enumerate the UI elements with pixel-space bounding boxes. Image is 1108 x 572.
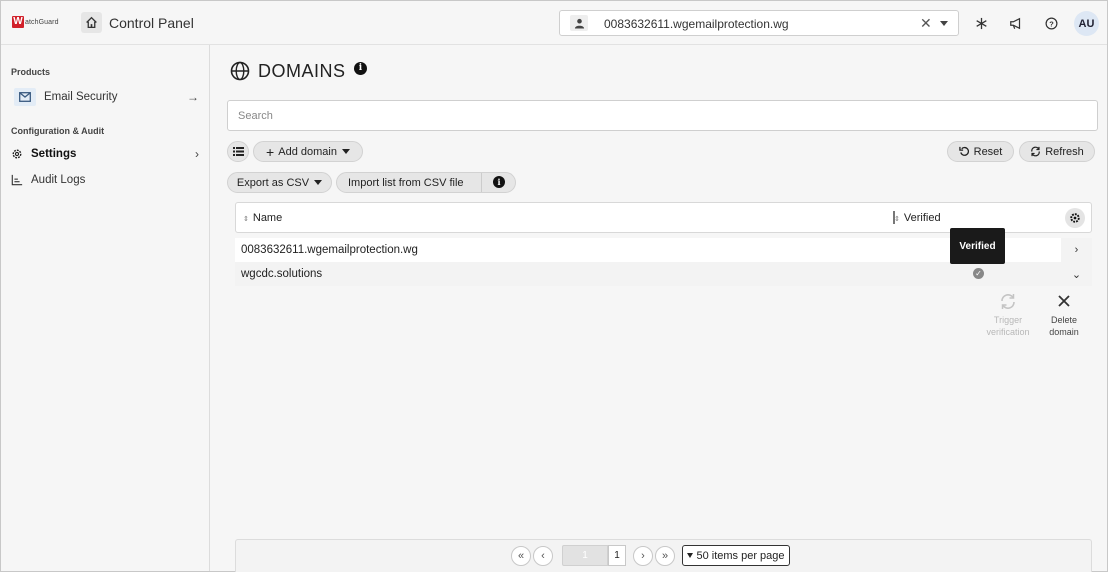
watchguard-logo[interactable]: W atchGuard [12, 15, 59, 29]
page-number-input[interactable]: 1 [562, 545, 608, 566]
chevron-down-icon[interactable]: ⌄ [1061, 262, 1092, 286]
add-domain-label: Add domain [278, 145, 337, 158]
mail-icon [14, 88, 36, 106]
sidebar-item-label: Settings [31, 148, 77, 160]
caret-down-icon [314, 180, 323, 185]
reset-button[interactable]: Reset [947, 141, 1014, 162]
page-title: DOMAINS [258, 61, 346, 81]
items-per-page-select[interactable]: 50 items per page [682, 545, 790, 566]
column-header-name[interactable]: ⇕ Name [243, 212, 282, 224]
help-icon[interactable]: ? [1041, 13, 1061, 33]
domain-name: wgcdc.solutions [241, 268, 323, 280]
sort-icon: ⇕ [894, 216, 900, 223]
chevron-down-icon[interactable] [940, 21, 948, 26]
column-name-label: Name [252, 212, 283, 224]
last-page-button[interactable]: » [655, 546, 675, 566]
next-page-button[interactable]: › [633, 546, 653, 566]
avatar[interactable]: AU [1074, 11, 1099, 36]
gear-icon [12, 149, 22, 159]
sidebar-item-email-security[interactable]: Email Security → [14, 86, 201, 108]
globe-icon [230, 61, 250, 81]
search-input[interactable] [228, 101, 1097, 130]
products-heading: Products [11, 67, 51, 77]
chevron-right-icon[interactable]: › [1061, 238, 1092, 262]
list-view-button[interactable] [227, 141, 249, 162]
info-icon[interactable]: i [493, 176, 505, 188]
sidebar-item-settings[interactable]: Settings › [11, 143, 201, 165]
sidebar-item-label: Audit Logs [31, 174, 86, 186]
plus-icon: + [266, 143, 275, 160]
clear-icon[interactable]: ✕ [920, 15, 932, 32]
sidebar-item-label: Email Security [44, 91, 118, 103]
sort-icon: ⇕ [243, 216, 249, 223]
undo-icon [958, 146, 969, 156]
home-button[interactable] [81, 12, 102, 33]
trigger-verification-label: Trigger verification [986, 315, 1030, 337]
caret-down-icon [341, 149, 350, 154]
sync-icon [1001, 294, 1015, 309]
main-content: DOMAINS i + Add domain Reset Refresh Exp… [218, 45, 1107, 572]
check-circle-icon: ✓ [973, 268, 984, 279]
total-pages: 1 [608, 545, 626, 566]
column-header-verified[interactable]: ⇕ Verified [894, 212, 941, 224]
verified-tooltip: Verified [950, 228, 1005, 264]
first-page-button[interactable]: « [511, 546, 531, 566]
export-csv-label: Export as CSV [236, 176, 310, 189]
trigger-verification-button[interactable]: Trigger verification [981, 293, 1035, 338]
delete-domain-label: Delete domain [1049, 315, 1079, 337]
pagination-bar: « ‹ 1 1 › » 50 items per page [235, 539, 1092, 572]
logo-text: atchGuard [25, 18, 59, 26]
close-icon [1058, 295, 1070, 307]
export-csv-button[interactable]: Export as CSV [227, 172, 332, 193]
column-verified-label: Verified [903, 212, 941, 224]
caret-down-icon [687, 553, 694, 558]
domain-name: 0083632611.wgemailprotection.wg [241, 244, 418, 256]
import-csv-label: Import list from CSV file [348, 176, 464, 189]
top-bar: W atchGuard Control Panel 0083632611.wge… [1, 1, 1107, 45]
search-box [227, 100, 1098, 131]
sidebar-item-audit-logs[interactable]: Audit Logs [11, 169, 201, 191]
logo-initial: W [12, 16, 24, 28]
items-per-page-label: 50 items per page [696, 549, 785, 562]
config-audit-heading: Configuration & Audit [11, 126, 105, 136]
add-domain-button[interactable]: + Add domain [253, 141, 363, 162]
refresh-label: Refresh [1045, 145, 1084, 158]
chevron-right-icon: › [195, 147, 199, 161]
svg-text:?: ? [1049, 19, 1054, 28]
account-name: 0083632611.wgemailprotection.wg [604, 17, 789, 31]
user-icon [570, 15, 588, 31]
delete-domain-button[interactable]: Delete domain [1045, 293, 1083, 338]
reset-label: Reset [973, 145, 1003, 158]
chart-icon [11, 174, 23, 186]
app-title: Control Panel [109, 15, 194, 31]
arrow-right-icon: → [187, 90, 199, 104]
list-icon [232, 147, 244, 156]
import-csv-button[interactable]: Import list from CSV file i [336, 172, 516, 193]
account-selector[interactable]: 0083632611.wgemailprotection.wg ✕ [559, 10, 959, 36]
divider [481, 173, 482, 192]
column-settings-button[interactable] [1065, 208, 1085, 228]
refresh-icon [1031, 146, 1041, 157]
gear-icon [1070, 213, 1080, 223]
sidebar: Products Email Security → Configuration … [1, 45, 210, 571]
snowflake-icon[interactable] [971, 13, 991, 33]
home-icon [86, 16, 97, 29]
megaphone-icon[interactable] [1006, 13, 1026, 33]
table-row[interactable]: wgcdc.solutions ✓ ⌄ [235, 262, 1092, 286]
refresh-button[interactable]: Refresh [1019, 141, 1095, 162]
info-icon[interactable]: i [354, 62, 367, 75]
prev-page-button[interactable]: ‹ [533, 546, 553, 566]
